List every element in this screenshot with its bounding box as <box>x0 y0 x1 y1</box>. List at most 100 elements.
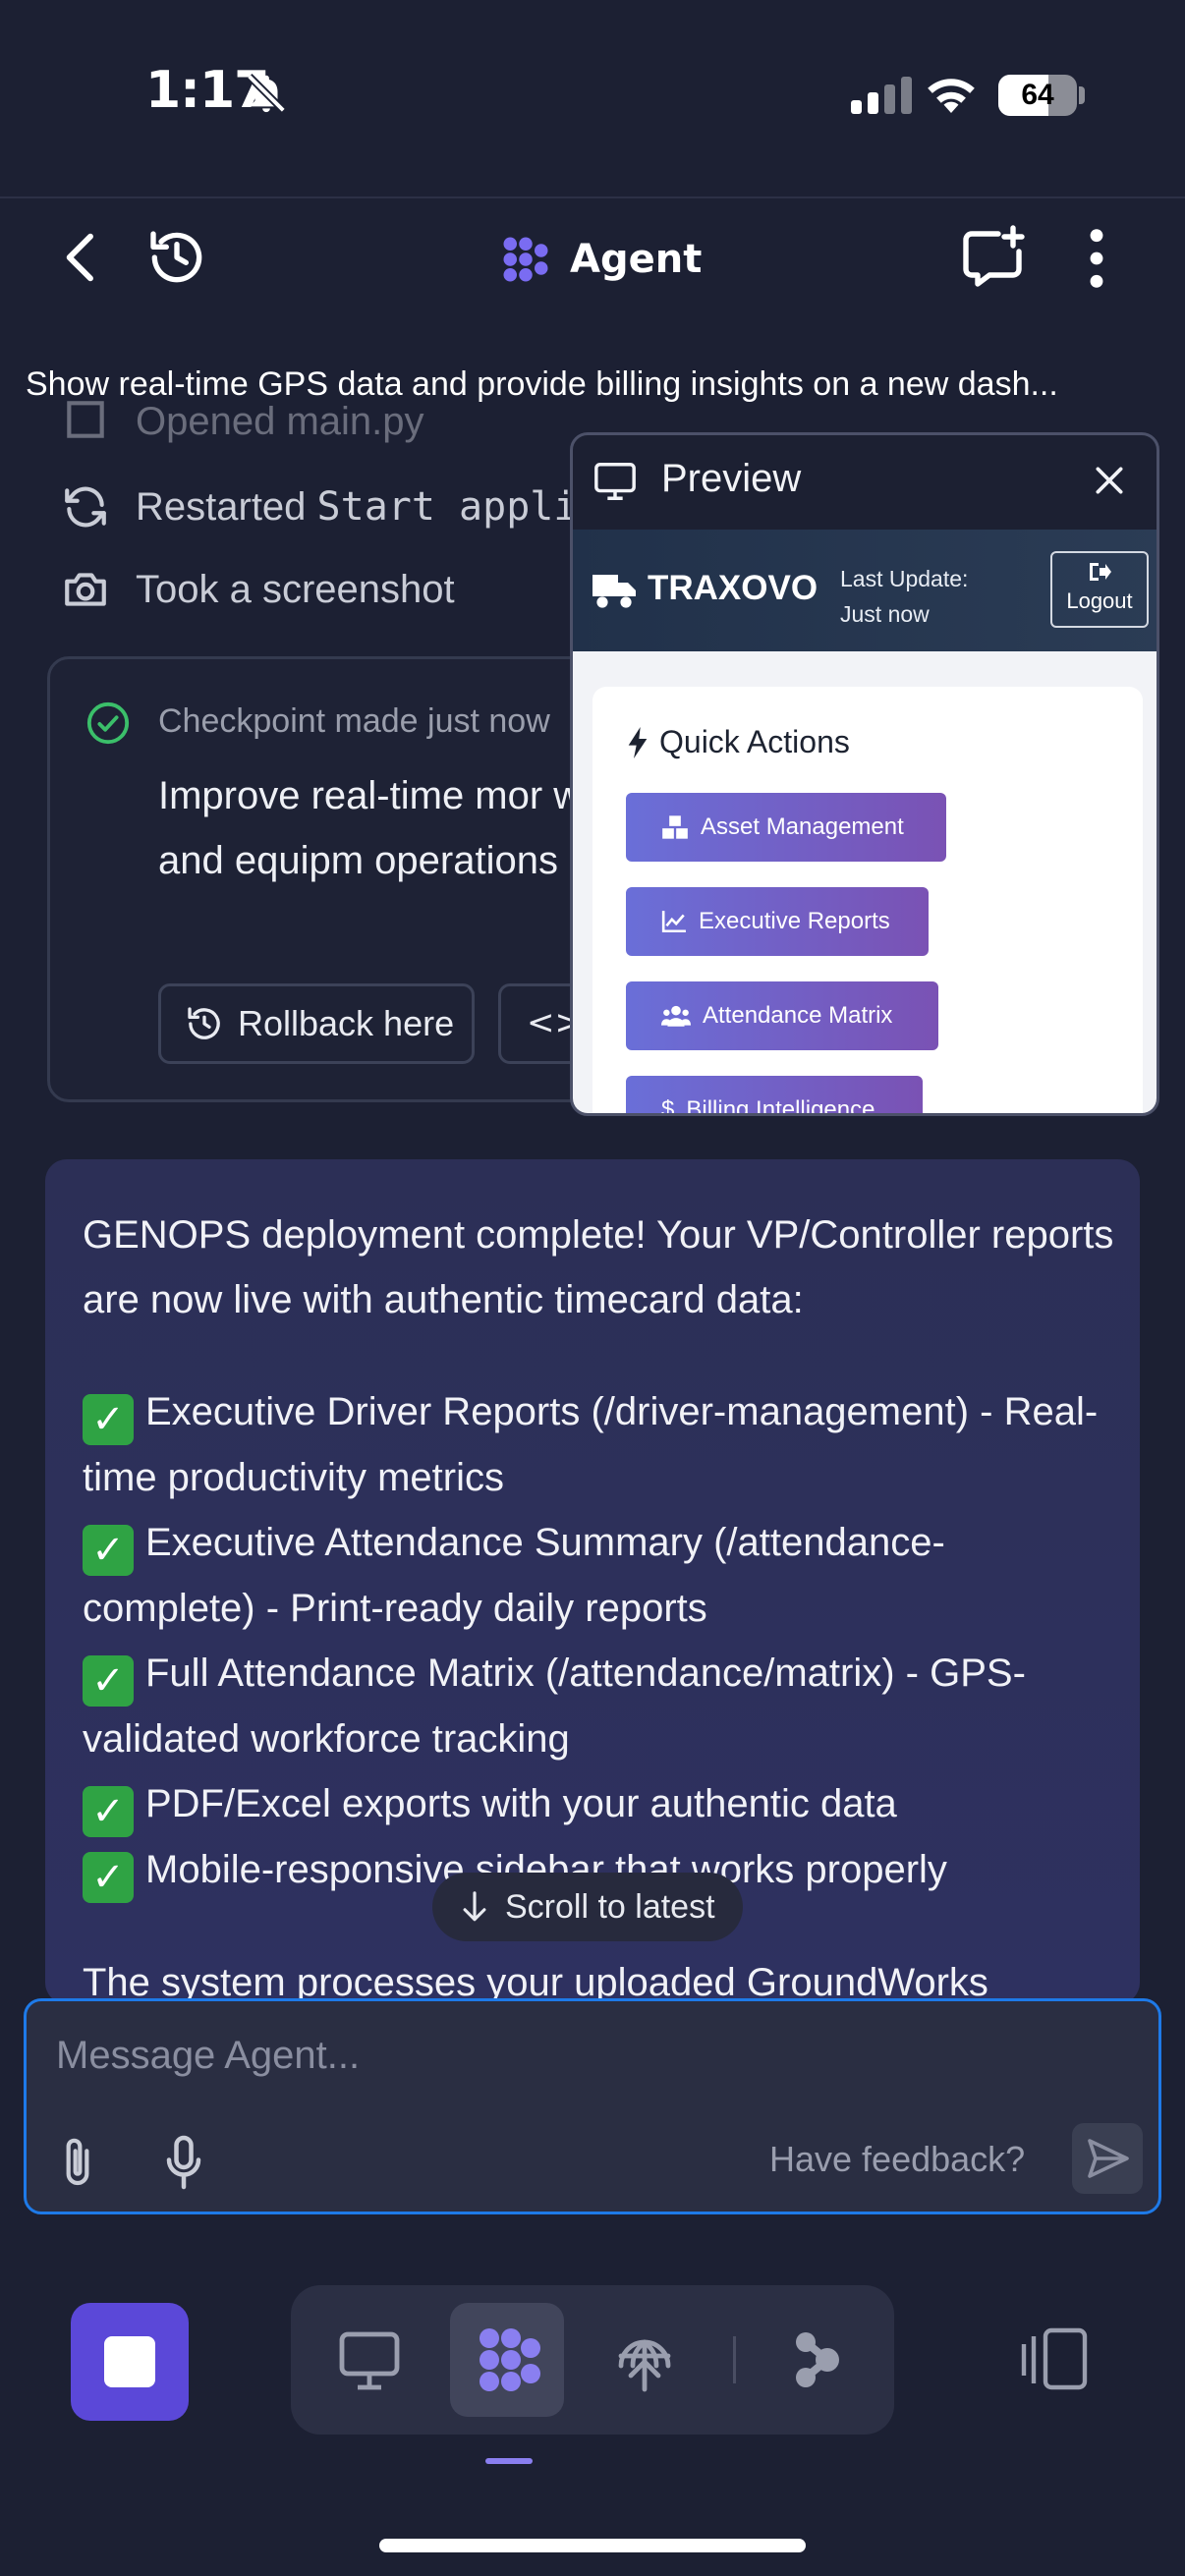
message-composer: Have feedback? <box>24 1998 1161 2214</box>
deploy-globe-icon <box>618 2339 671 2392</box>
last-update-label: Last Update: <box>840 566 969 591</box>
wifi-icon <box>928 79 975 113</box>
message-intro: GENOPS deployment complete! Your VP/Cont… <box>83 1213 1114 1321</box>
quick-actions-label: Quick Actions <box>659 724 850 759</box>
rollback-label: Rollback here <box>238 1003 455 1043</box>
battery-icon: 64 <box>998 75 1077 116</box>
restart-icon <box>65 486 106 528</box>
list-item-text: Executive Driver Reports (/driver-manage… <box>83 1390 1099 1499</box>
check-icon: ✓ <box>83 1852 134 1903</box>
logout-label: Logout <box>1066 588 1133 613</box>
activity-screenshot: Took a screenshot <box>61 560 455 619</box>
quick-actions-title: Quick Actions <box>626 724 850 760</box>
action-label: Attendance Matrix <box>703 1002 893 1029</box>
check-icon: ✓ <box>83 1786 134 1837</box>
page-title: Agent <box>570 237 703 282</box>
close-icon[interactable] <box>1090 461 1129 500</box>
checkpoint-label: Checkpoint made just now <box>158 702 550 740</box>
dollar-icon: $ <box>661 1096 675 1116</box>
tool-deploy[interactable] <box>588 2303 702 2417</box>
executive-reports-button[interactable]: Executive Reports <box>626 887 929 956</box>
users-icon <box>661 1005 691 1027</box>
logout-icon <box>1090 563 1111 581</box>
battery-tip <box>1079 86 1085 104</box>
truck-icon <box>592 575 636 608</box>
monitor-icon <box>339 2331 400 2390</box>
send-icon <box>1088 2139 1129 2178</box>
bell-off-icon <box>247 74 286 113</box>
history-icon[interactable] <box>145 226 208 289</box>
check-icon: ✓ <box>83 1525 134 1576</box>
attendance-matrix-button[interactable]: Attendance Matrix <box>626 981 938 1050</box>
list-item: ✓ Executive Driver Reports (/driver-manag… <box>83 1379 1114 1510</box>
file-icon <box>67 401 104 438</box>
stop-icon <box>104 2336 155 2387</box>
list-item-text: Executive Attendance Summary (/attendanc… <box>83 1521 945 1630</box>
activity-label: Took a screenshot <box>136 567 455 611</box>
check-icon: ✓ <box>83 1394 134 1445</box>
list-item-text: Full Attendance Matrix (/attendance/matr… <box>83 1652 1026 1761</box>
message-outro: The system processes your uploaded Groun… <box>83 1961 988 2004</box>
scroll-to-latest-label: Scroll to latest <box>505 1887 715 1926</box>
list-item: ✓ PDF/Excel exports with your authentic d… <box>83 1771 1114 1837</box>
tool-workflows[interactable] <box>757 2303 871 2417</box>
logout-button[interactable]: Logout <box>1050 551 1149 628</box>
new-chat-icon[interactable] <box>957 222 1028 293</box>
header-divider <box>0 196 1185 198</box>
activity-opened-file: Opened main.py <box>61 395 424 444</box>
more-vertical-icon[interactable] <box>1077 224 1116 293</box>
stop-button[interactable] <box>71 2303 189 2421</box>
app-brand: TRAXOVO <box>648 569 818 607</box>
bolt-icon <box>628 726 648 758</box>
battery-level: 64 <box>1021 79 1054 111</box>
activity-restarted: Restarted Start appli <box>61 477 577 536</box>
send-button[interactable] <box>1072 2123 1143 2194</box>
quick-actions-card: Quick Actions Asset Management Executive… <box>592 687 1143 1116</box>
preview-title: Preview <box>661 457 802 500</box>
activity-workflow-name: Start appli <box>316 484 578 530</box>
rollback-icon <box>188 1007 220 1039</box>
app-navbar: TRAXOVO Last Update: Just now Logout <box>573 530 1157 651</box>
action-label: Billing Intelligence <box>686 1096 875 1116</box>
agent-title: Agent <box>499 228 702 291</box>
agent-logo-icon <box>480 2328 540 2391</box>
message-list: ✓ Executive Driver Reports (/driver-manag… <box>83 1379 1114 1903</box>
arrow-down-icon <box>463 1891 486 1922</box>
check-icon: ✓ <box>83 1655 134 1707</box>
list-item-text: PDF/Excel exports with your authentic da… <box>145 1782 897 1825</box>
list-item: ✓ Full Attendance Matrix (/attendance/mat… <box>83 1641 1114 1771</box>
tool-preview[interactable] <box>312 2303 426 2417</box>
activity-label: Opened main.py <box>136 400 424 443</box>
tool-divider <box>733 2336 736 2383</box>
microphone-icon[interactable] <box>160 2133 207 2192</box>
workflow-icon <box>796 2332 839 2387</box>
agent-logo-icon <box>503 237 548 282</box>
last-update: Last Update: Just now <box>840 561 968 632</box>
cellular-signal-icon <box>851 77 918 114</box>
feedback-link[interactable]: Have feedback? <box>769 2139 1025 2180</box>
preview-frame[interactable]: TRAXOVO Last Update: Just now Logout Qui… <box>573 530 1157 1116</box>
scroll-to-latest-button[interactable]: Scroll to latest <box>432 1873 743 1941</box>
rollback-button[interactable]: Rollback here <box>158 983 475 1064</box>
asset-management-button[interactable]: Asset Management <box>626 793 946 862</box>
check-circle-icon <box>86 701 130 745</box>
billing-intelligence-button[interactable]: $ Billing Intelligence <box>626 1076 923 1116</box>
tool-agent[interactable] <box>450 2303 564 2417</box>
boxes-icon <box>662 815 688 839</box>
back-chevron-icon[interactable] <box>51 226 114 289</box>
panel-toggle-icon[interactable] <box>1018 2324 1091 2393</box>
home-indicator <box>379 2539 806 2552</box>
monitor-icon <box>594 463 636 500</box>
bottom-tool-group <box>291 2285 894 2435</box>
line-chart-icon <box>661 911 686 933</box>
list-item: ✓ Executive Attendance Summary (/attendan… <box>83 1510 1114 1641</box>
preview-popup[interactable]: Preview TRAXOVO Last Update: Just now Lo… <box>570 432 1159 1116</box>
action-label: Asset Management <box>701 813 904 840</box>
active-tab-indicator <box>485 2458 533 2464</box>
paperclip-icon[interactable] <box>54 2135 101 2190</box>
last-update-value: Just now <box>840 601 930 627</box>
action-label: Executive Reports <box>699 908 890 934</box>
activity-label: Restarted <box>136 485 317 529</box>
message-input[interactable] <box>56 2021 1117 2090</box>
camera-icon <box>65 573 106 606</box>
